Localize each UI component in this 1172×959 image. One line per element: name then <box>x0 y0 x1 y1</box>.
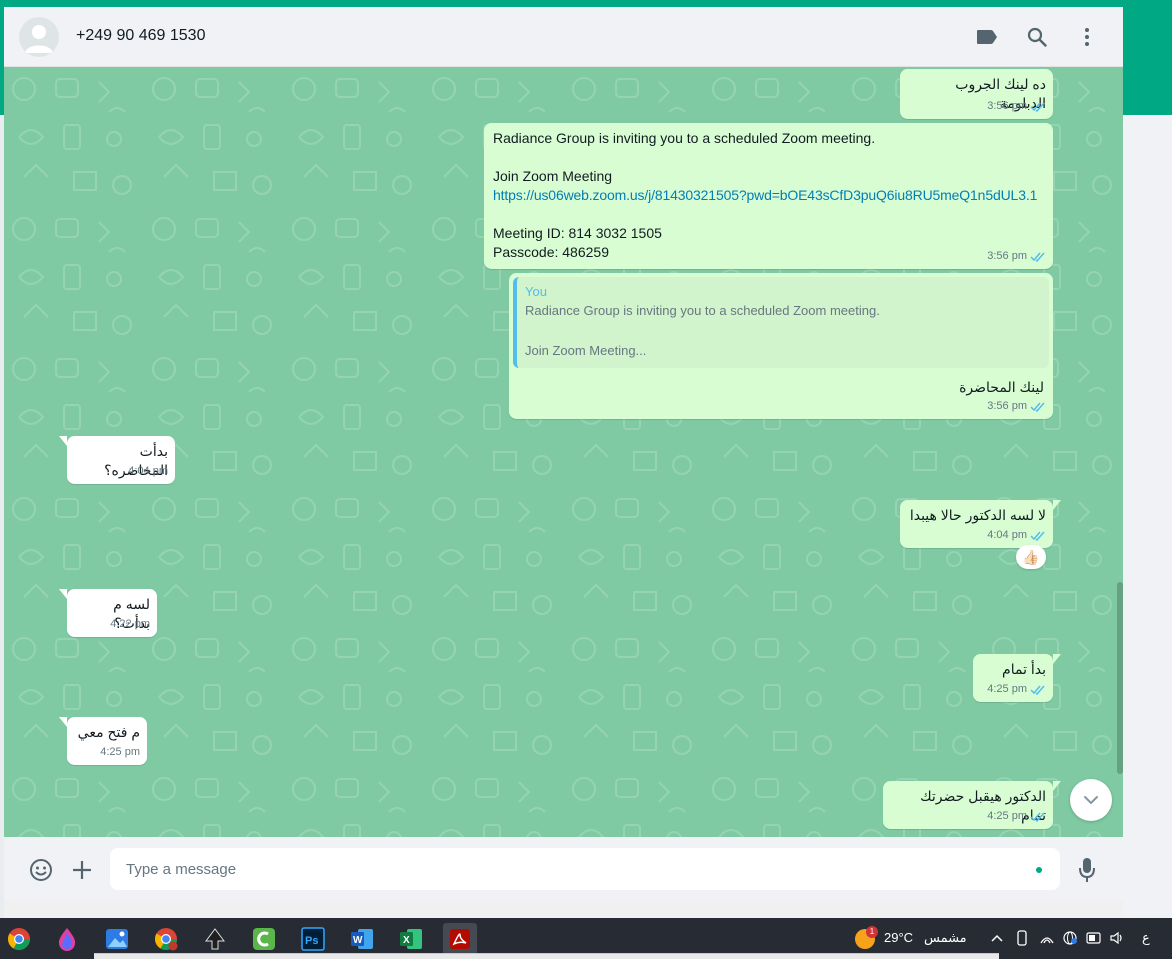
message-meta: 4:25 pm <box>100 743 140 762</box>
message-bubble-outgoing[interactable]: لا لسه الدكتور حالا هيبدا 4:04 pm <box>900 500 1061 548</box>
photoshop-app-icon[interactable]: Ps <box>296 923 330 955</box>
message-bubble-incoming[interactable]: م فتح معي 4:25 pm <box>59 717 147 765</box>
message-time: 3:56 pm <box>987 400 1027 412</box>
chat-scrollbar[interactable] <box>1117 582 1123 774</box>
photos-app-icon[interactable] <box>100 923 134 955</box>
message-bubble-outgoing[interactable]: You Radiance Group is inviting you to a … <box>509 273 1053 419</box>
volume-icon[interactable] <box>1108 929 1126 947</box>
network-globe-icon[interactable] <box>1061 929 1079 947</box>
message-bubble-incoming[interactable]: لسه م بدأت؟ 4:22 pm <box>59 589 157 637</box>
message-time: 4:04 pm <box>987 529 1027 541</box>
message-text: Join Zoom Meeting <box>493 168 613 184</box>
message-meta: 3:56 pm <box>987 247 1046 266</box>
background-panel <box>1123 115 1172 918</box>
read-ticks-icon <box>1030 402 1045 412</box>
message-bubble-outgoing[interactable]: ده لينك الجروب الدبلومة 3:56 pm <box>900 69 1053 119</box>
message-input[interactable] <box>110 848 1060 890</box>
message-composer <box>4 837 1123 900</box>
microphone-icon[interactable] <box>1074 857 1100 883</box>
message-meta: 4:25 pm <box>987 680 1046 699</box>
bubble-tail <box>59 436 67 446</box>
bubble-tail <box>59 717 67 727</box>
message-bubble-incoming[interactable]: بدأت المحاضره؟ 4:04 pm <box>59 436 175 484</box>
bubble-tail <box>59 589 67 599</box>
background-accent <box>1123 7 1172 115</box>
message-text: Radiance Group is inviting you to a sche… <box>493 130 876 146</box>
message-time: 3:56 pm <box>987 250 1027 262</box>
background-window-edge <box>94 953 999 959</box>
default-avatar-icon <box>25 25 53 53</box>
bubble-tail <box>1053 654 1061 664</box>
attach-plus-icon[interactable] <box>69 857 95 883</box>
emoji-icon[interactable] <box>28 857 54 883</box>
wifi-icon[interactable] <box>1038 929 1056 947</box>
top-accent-strip <box>0 0 1172 7</box>
menu-icon[interactable] <box>1075 25 1099 49</box>
message-text: Passcode: 486259 <box>493 244 609 260</box>
svg-text:Ps: Ps <box>305 935 318 947</box>
weather-description: مشمس <box>924 930 967 945</box>
message-time: 4:22 pm <box>110 618 150 630</box>
read-ticks-icon <box>1030 685 1045 695</box>
inkscape-app-icon[interactable] <box>198 923 232 955</box>
language-indicator[interactable]: ع <box>1142 930 1150 946</box>
whatsapp-window: +249 90 469 1530 ده لينك الجروب الدبلومة… <box>4 7 1123 900</box>
contact-name[interactable]: +249 90 469 1530 <box>76 27 205 45</box>
chrome-profile-app-icon[interactable] <box>149 923 183 955</box>
avatar[interactable] <box>19 17 59 57</box>
chat-header[interactable]: +249 90 469 1530 <box>4 7 1123 67</box>
message-time: 4:04 pm <box>128 465 168 477</box>
message-time: 3:56 pm <box>987 100 1027 112</box>
message-meta: 4:04 pm <box>987 526 1046 545</box>
chevron-up-icon[interactable] <box>988 929 1006 947</box>
message-time: 4:25 pm <box>100 746 140 758</box>
search-icon[interactable] <box>1025 25 1049 49</box>
acrobat-app-icon[interactable] <box>443 923 477 957</box>
message-time: 4:25 pm <box>987 810 1027 822</box>
read-ticks-icon <box>1030 252 1045 262</box>
message-text: لينك المحاضرة <box>959 379 1044 395</box>
svg-text:X: X <box>403 935 410 946</box>
message-meta: 4:04 pm <box>128 462 168 481</box>
battery-icon[interactable] <box>1085 929 1103 947</box>
message-meta: 4:25 pm <box>987 807 1046 826</box>
excel-app-icon[interactable]: X <box>394 923 428 955</box>
chat-area[interactable]: ده لينك الجروب الدبلومة 3:56 pm Radiance… <box>4 67 1123 837</box>
weather-temperature: 29°C <box>884 930 914 945</box>
zoom-meeting-link[interactable]: https://us06web.zoom.us/j/81430321505?pw… <box>493 186 1046 205</box>
message-meta: 3:56 pm <box>987 397 1046 416</box>
message-text: م فتح معي <box>77 724 140 740</box>
bubble-tail <box>1053 781 1061 791</box>
camtasia-app-icon[interactable] <box>247 923 281 955</box>
message-text: لا لسه الدكتور حالا هيبدا <box>909 507 1046 523</box>
notification-badge: 1 <box>866 926 878 938</box>
read-ticks-icon <box>1030 812 1045 822</box>
message-text: Meeting ID: 814 3032 1505 <box>493 225 662 241</box>
message-text: بدأ تمام <box>1002 661 1046 677</box>
label-icon[interactable] <box>975 25 999 49</box>
quoted-message[interactable]: You Radiance Group is inviting you to a … <box>513 277 1049 368</box>
svg-text:W: W <box>353 935 363 946</box>
message-bubble-outgoing[interactable]: Radiance Group is inviting you to a sche… <box>484 123 1053 269</box>
quote-text: Join Zoom Meeting... <box>525 343 647 358</box>
message-bubble-outgoing[interactable]: بدأ تمام 4:25 pm <box>973 654 1061 702</box>
message-meta: 3:56 pm <box>987 97 1046 116</box>
thumbs-up-reaction[interactable]: 👍🏻 <box>1016 545 1046 569</box>
read-ticks-icon <box>1030 102 1045 112</box>
quote-text: Radiance Group is inviting you to a sche… <box>525 303 880 318</box>
read-ticks-icon <box>1030 531 1045 541</box>
phone-link-icon[interactable] <box>1013 929 1031 947</box>
input-indicator-dot <box>1036 867 1042 873</box>
word-app-icon[interactable]: W <box>345 923 379 955</box>
message-time: 4:25 pm <box>987 683 1027 695</box>
chrome-app-icon[interactable] <box>2 923 36 955</box>
message-bubble-outgoing[interactable]: الدكتور هيقبل حضرتك تمام 4:25 pm <box>883 781 1061 829</box>
bubble-tail <box>1053 500 1061 510</box>
chevron-down-icon <box>1084 796 1098 805</box>
message-meta: 4:22 pm <box>110 615 150 634</box>
paint-drop-app-icon[interactable] <box>50 923 84 955</box>
scroll-to-bottom-button[interactable] <box>1070 779 1112 821</box>
quote-author: You <box>525 284 547 299</box>
